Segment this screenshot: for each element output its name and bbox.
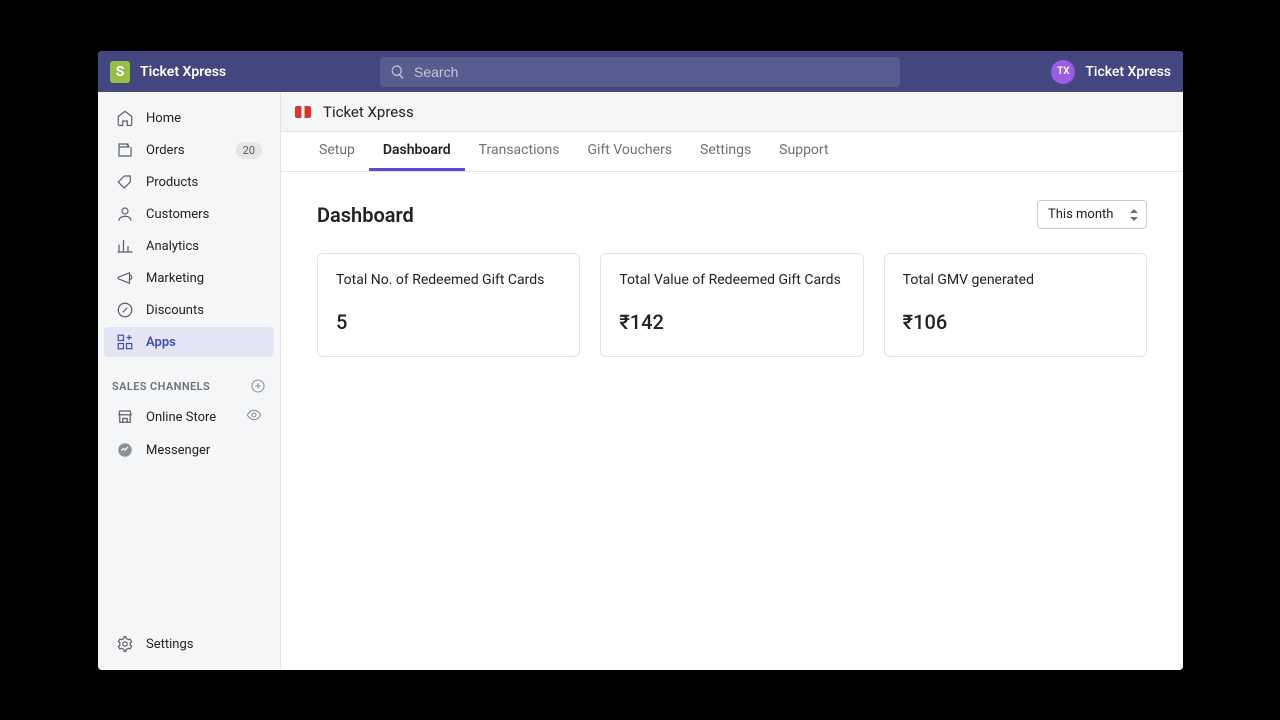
sales-channels-header: SALES CHANNELS <box>98 372 280 400</box>
tab-label: Support <box>779 142 828 158</box>
analytics-icon <box>116 237 134 255</box>
period-select[interactable]: This month <box>1037 200 1147 229</box>
discounts-icon <box>116 301 134 319</box>
sidebar-item-label: Customers <box>146 207 209 222</box>
apps-icon <box>116 333 134 351</box>
sales-channels-label: SALES CHANNELS <box>112 380 210 393</box>
search-input[interactable] <box>414 64 890 80</box>
stat-value: ₹106 <box>903 310 1128 334</box>
tab-settings[interactable]: Settings <box>686 132 765 171</box>
marketing-icon <box>116 269 134 287</box>
stat-card-redeemed-value: Total Value of Redeemed Gift Cards ₹142 <box>600 253 863 357</box>
tab-support[interactable]: Support <box>765 132 842 171</box>
sidebar-item-label: Discounts <box>146 303 204 318</box>
sidebar-item-label: Home <box>146 111 181 126</box>
profile-name: Ticket Xpress <box>1085 64 1171 80</box>
sidebar-item-marketing[interactable]: Marketing <box>104 263 274 293</box>
settings-icon <box>116 635 134 653</box>
tab-label: Settings <box>700 142 751 158</box>
orders-icon <box>116 141 134 159</box>
sidebar-item-analytics[interactable]: Analytics <box>104 231 274 261</box>
stat-label: Total Value of Redeemed Gift Cards <box>619 272 844 288</box>
sidebar-item-orders[interactable]: Orders 20 <box>104 135 274 165</box>
stat-label: Total GMV generated <box>903 272 1128 288</box>
period-value: This month <box>1048 207 1113 222</box>
sidebar-item-label: Online Store <box>146 410 216 425</box>
search-bar[interactable] <box>380 57 900 87</box>
app-logo-icon <box>295 106 311 118</box>
stat-card-gmv: Total GMV generated ₹106 <box>884 253 1147 357</box>
tab-transactions[interactable]: Transactions <box>465 132 574 171</box>
orders-badge: 20 <box>236 142 262 159</box>
sidebar-item-customers[interactable]: Customers <box>104 199 274 229</box>
add-channel-button[interactable] <box>250 378 266 394</box>
app-header: Ticket Xpress <box>281 92 1183 132</box>
brand: S Ticket Xpress <box>110 61 380 83</box>
sidebar-item-products[interactable]: Products <box>104 167 274 197</box>
select-caret-icon <box>1130 209 1138 221</box>
stat-cards: Total No. of Redeemed Gift Cards 5 Total… <box>317 253 1147 357</box>
sidebar-item-settings[interactable]: Settings <box>104 629 274 659</box>
tabs: Setup Dashboard Transactions Gift Vouche… <box>281 132 1183 172</box>
stat-label: Total No. of Redeemed Gift Cards <box>336 272 561 288</box>
sidebar-item-label: Orders <box>146 143 185 158</box>
sidebar-channel-messenger[interactable]: Messenger <box>104 435 274 465</box>
sidebar-item-label: Messenger <box>146 443 210 458</box>
stat-card-redeemed-count: Total No. of Redeemed Gift Cards 5 <box>317 253 580 357</box>
sidebar-item-label: Apps <box>146 335 176 350</box>
messenger-icon <box>116 441 134 459</box>
body: Home Orders 20 Products Customers Analyt… <box>98 92 1183 670</box>
tab-label: Setup <box>319 142 355 158</box>
top-bar: S Ticket Xpress TX Ticket Xpress <box>98 51 1183 92</box>
main: Ticket Xpress Setup Dashboard Transactio… <box>280 92 1183 670</box>
sidebar: Home Orders 20 Products Customers Analyt… <box>98 92 280 670</box>
tab-label: Gift Vouchers <box>587 142 672 158</box>
sidebar-channel-online-store[interactable]: Online Store <box>104 401 274 433</box>
shopify-logo-icon: S <box>110 61 130 83</box>
sidebar-item-label: Analytics <box>146 239 199 254</box>
content-header: Dashboard This month <box>317 200 1147 229</box>
content: Dashboard This month Total No. of Redeem… <box>281 172 1183 670</box>
app-title: Ticket Xpress <box>323 103 414 121</box>
tab-label: Dashboard <box>383 142 451 158</box>
app-window: S Ticket Xpress TX Ticket Xpress Home Or… <box>98 51 1183 670</box>
page-title: Dashboard <box>317 203 414 227</box>
profile-menu[interactable]: TX Ticket Xpress <box>1051 60 1171 84</box>
tab-setup[interactable]: Setup <box>305 132 369 171</box>
tab-dashboard[interactable]: Dashboard <box>369 132 465 171</box>
products-icon <box>116 173 134 191</box>
sidebar-item-label: Products <box>146 175 198 190</box>
sidebar-item-label: Settings <box>146 637 193 652</box>
sidebar-item-apps[interactable]: Apps <box>104 327 274 357</box>
search-icon <box>390 64 406 80</box>
stat-value: 5 <box>336 310 561 334</box>
store-name: Ticket Xpress <box>140 64 226 80</box>
sidebar-item-home[interactable]: Home <box>104 103 274 133</box>
tab-gift-vouchers[interactable]: Gift Vouchers <box>573 132 686 171</box>
online-store-icon <box>116 408 134 426</box>
customers-icon <box>116 205 134 223</box>
home-icon <box>116 109 134 127</box>
view-store-icon[interactable] <box>246 407 262 427</box>
tab-label: Transactions <box>479 142 560 158</box>
sidebar-item-label: Marketing <box>146 271 204 286</box>
avatar: TX <box>1051 60 1075 84</box>
sidebar-item-discounts[interactable]: Discounts <box>104 295 274 325</box>
stat-value: ₹142 <box>619 310 844 334</box>
